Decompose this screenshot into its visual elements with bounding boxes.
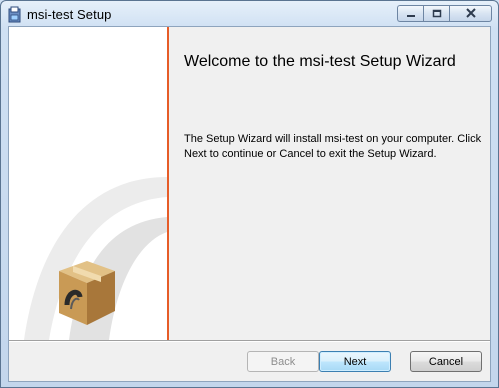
setup-window: msi-test Setup Welcome to the msi-test S… — [0, 0, 499, 388]
maximize-button[interactable] — [423, 5, 449, 22]
close-icon — [465, 5, 477, 23]
package-box-icon — [49, 253, 119, 336]
cancel-button[interactable]: Cancel — [410, 351, 482, 372]
window-controls — [397, 5, 492, 22]
maximize-icon — [432, 5, 442, 23]
wizard-banner-panel — [9, 27, 167, 340]
installer-app-icon[interactable] — [7, 6, 23, 24]
back-button[interactable]: Back — [247, 351, 319, 372]
wizard-client-area: Welcome to the msi-test Setup Wizard The… — [8, 26, 491, 382]
button-area-separator — [9, 340, 490, 341]
wizard-heading: Welcome to the msi-test Setup Wizard — [184, 53, 456, 70]
next-button[interactable]: Next — [319, 351, 391, 372]
minimize-button[interactable] — [397, 5, 423, 22]
wizard-description: The Setup Wizard will install msi-test o… — [184, 133, 482, 160]
wizard-content-panel: Welcome to the msi-test Setup Wizard The… — [169, 27, 490, 340]
window-title: msi-test Setup — [27, 7, 112, 22]
close-button[interactable] — [449, 5, 492, 22]
minimize-icon — [406, 5, 416, 23]
